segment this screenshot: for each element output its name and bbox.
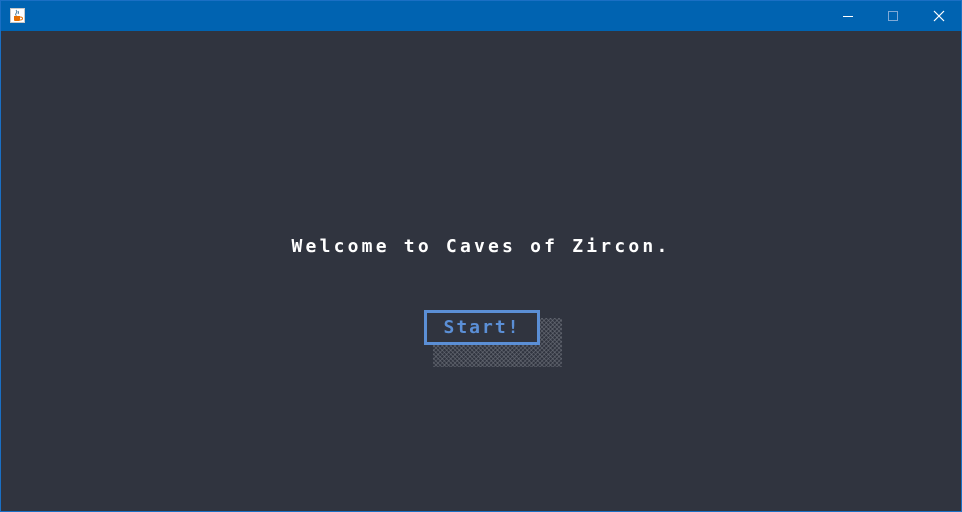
start-button[interactable]: Start! — [424, 310, 540, 345]
minimize-button[interactable] — [825, 1, 871, 31]
java-cup-icon[interactable] — [10, 8, 25, 23]
app-window: Welcome to Caves of Zircon. Start! — [0, 0, 962, 512]
title-bar[interactable] — [1, 1, 961, 31]
welcome-text: Welcome to Caves of Zircon. — [291, 236, 671, 257]
game-canvas: Welcome to Caves of Zircon. Start! — [1, 31, 961, 511]
close-icon — [933, 10, 945, 22]
close-button[interactable] — [915, 1, 961, 31]
maximize-icon — [888, 11, 898, 21]
maximize-button[interactable] — [870, 1, 916, 31]
minimize-icon — [843, 16, 853, 17]
